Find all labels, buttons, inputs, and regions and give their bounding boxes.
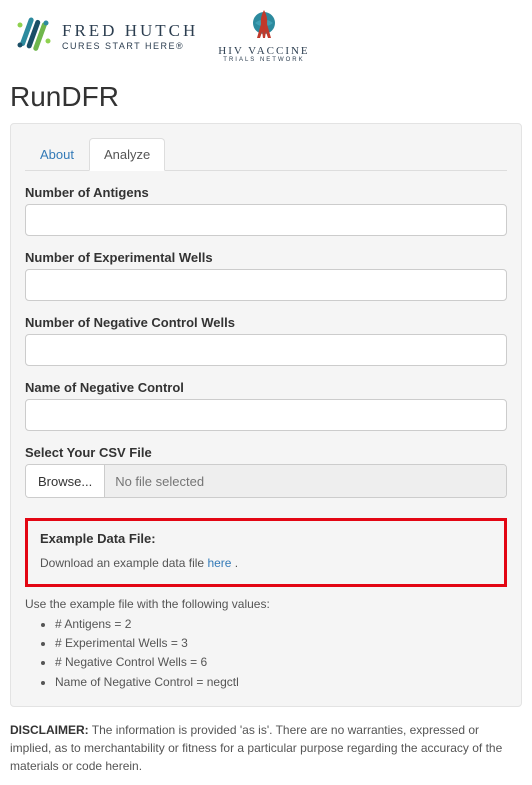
fred-hutch-icon [12, 13, 54, 58]
list-item: # Experimental Wells = 3 [55, 634, 507, 653]
example-suffix: . [231, 556, 238, 570]
tab-analyze[interactable]: Analyze [89, 138, 165, 171]
fred-hutch-logo: FRED HUTCH CURES START HERE® [12, 13, 198, 58]
hvtn-logo: HIV VACCINE TRIALS NETWORK [218, 8, 309, 63]
hvtn-title: HIV VACCINE [218, 45, 309, 57]
example-prefix: Download an example data file [40, 556, 207, 570]
tab-about[interactable]: About [25, 138, 89, 171]
example-usage: Use the example file with the following … [25, 597, 507, 611]
input-num-neg-wells[interactable] [25, 334, 507, 366]
globe-ribbon-icon [247, 8, 281, 45]
input-num-antigens[interactable] [25, 204, 507, 236]
label-num-exp-wells: Number of Experimental Wells [25, 250, 507, 265]
disclaimer-label: DISCLAIMER: [10, 723, 89, 737]
input-neg-name[interactable] [25, 399, 507, 431]
example-line: Download an example data file here . [40, 556, 492, 570]
main-panel: About Analyze Number of Antigens Number … [10, 123, 522, 707]
hvtn-subtitle: TRIALS NETWORK [223, 57, 304, 63]
example-link[interactable]: here [207, 556, 231, 570]
label-csv: Select Your CSV File [25, 445, 507, 460]
file-selected-text [105, 465, 506, 497]
label-num-antigens: Number of Antigens [25, 185, 507, 200]
fred-hutch-title: FRED HUTCH [62, 21, 198, 41]
label-neg-name: Name of Negative Control [25, 380, 507, 395]
list-item: # Antigens = 2 [55, 615, 507, 634]
example-values-list: # Antigens = 2 # Experimental Wells = 3 … [25, 615, 507, 692]
header-logos: FRED HUTCH CURES START HERE® HIV VACCINE… [0, 0, 532, 71]
input-num-exp-wells[interactable] [25, 269, 507, 301]
page-title: RunDFR [10, 81, 532, 113]
example-title: Example Data File: [40, 531, 492, 546]
file-input-row: Browse... [25, 464, 507, 498]
example-box: Example Data File: Download an example d… [25, 518, 507, 587]
label-num-neg-wells: Number of Negative Control Wells [25, 315, 507, 330]
browse-button[interactable]: Browse... [26, 465, 105, 497]
list-item: # Negative Control Wells = 6 [55, 653, 507, 672]
disclaimer: DISCLAIMER: The information is provided … [10, 721, 522, 775]
fred-hutch-subtitle: CURES START HERE® [62, 41, 198, 51]
tab-bar: About Analyze [25, 138, 507, 171]
list-item: Name of Negative Control = negctl [55, 673, 507, 692]
